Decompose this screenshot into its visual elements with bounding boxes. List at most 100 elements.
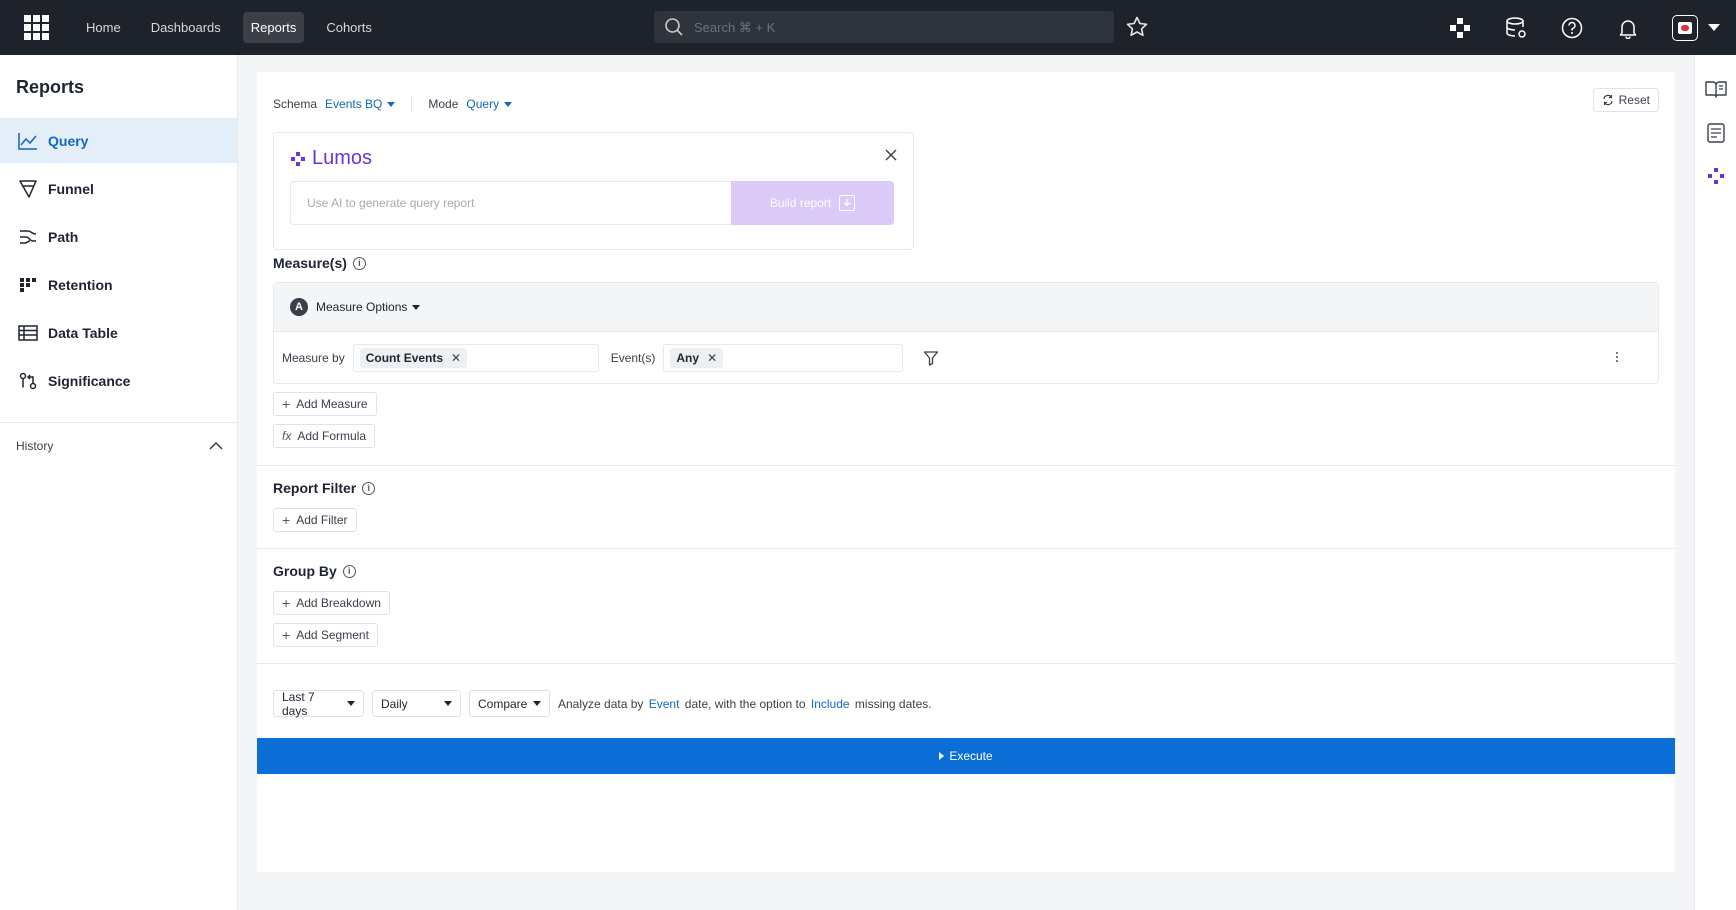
nav-cohorts[interactable]: Cohorts [318,12,380,43]
build-report-label: Build report [769,196,832,210]
add-filter-button[interactable]: + Add Filter [273,508,357,532]
global-search[interactable] [654,11,1114,43]
sidebar-item-label: Retention [48,276,113,293]
measures-title: Measure(s) [273,255,347,271]
sidebar-item-significance[interactable]: Significance [0,358,237,403]
info-icon[interactable]: i [342,564,356,578]
group-by-section-title: Group By i [273,563,356,579]
account-menu-chevron-down-icon[interactable] [1708,24,1720,31]
lumos-sparkle-icon[interactable] [1705,165,1727,187]
include-missing-link[interactable]: Include [811,697,850,711]
sidebar-item-label: Significance [48,372,131,389]
sidebar-title: Reports [16,77,85,97]
date-range-dropdown[interactable]: Last 7 days [273,689,364,718]
remove-chip-icon[interactable]: ✕ [451,351,461,365]
sidebar-item-label: Path [48,228,79,245]
report-filter-title: Report Filter [273,480,357,496]
notes-icon[interactable] [1705,122,1727,144]
chevron-up-icon[interactable] [209,442,223,450]
add-formula-button[interactable]: fx Add Formula [273,424,376,448]
date-range-value: Last 7 days [282,689,315,718]
info-icon[interactable]: i [362,481,376,495]
mode-label: Mode [428,97,459,111]
reset-button[interactable]: Reset [1592,88,1659,112]
event-date-link[interactable]: Event [649,697,680,711]
lumos-prompt-input[interactable] [290,181,731,225]
schema-dropdown[interactable]: Events BQ [325,97,396,111]
chevron-down-icon [412,305,421,311]
more-options-icon[interactable] [1616,352,1618,362]
build-report-button[interactable]: Build report [731,181,894,225]
help-icon[interactable] [1560,16,1584,40]
app-launcher-grid-icon[interactable] [18,10,54,46]
plus-icon: + [282,512,291,528]
add-breakdown-label: Add Breakdown [296,596,381,610]
info-icon[interactable]: i [352,256,366,270]
measure-row: Measure by Count Events ✕ Event(s) Any ✕ [274,332,1658,384]
events-field[interactable]: Any ✕ [663,344,904,372]
formula-fx-icon: fx [282,429,292,443]
download-icon [839,195,856,211]
line-chart-icon [18,131,38,151]
chevron-down-icon [444,701,452,706]
group-by-title: Group By [273,563,337,579]
nav-dashboards[interactable]: Dashboards [143,12,229,43]
execute-button[interactable]: Execute [257,738,1675,774]
lumos-ai-panel: Lumos Build report [273,132,914,250]
add-measure-button[interactable]: + Add Measure [273,392,377,416]
top-right-actions [1448,0,1736,55]
analyze-suffix: missing dates. [854,696,932,711]
chevron-down-icon [387,101,396,107]
sidebar-item-query[interactable]: Query [0,118,237,163]
compare-dropdown[interactable]: Compare [469,690,550,717]
add-segment-button[interactable]: + Add Segment [273,623,378,647]
sidebar-item-data-table[interactable]: Data Table [0,310,237,355]
reset-icon [1603,94,1613,106]
report-filter-section-title: Report Filter i [273,480,376,496]
close-icon[interactable] [885,149,897,161]
mode-dropdown[interactable]: Query [466,97,513,111]
book-open-icon[interactable] [1705,78,1727,100]
schema-label: Schema [273,97,318,111]
nav-home[interactable]: Home [78,12,129,43]
play-icon [939,752,945,760]
measure-options-dropdown[interactable]: Measure Options [316,300,421,314]
granularity-value: Daily [381,696,408,711]
event-chip-label: Any [676,351,700,365]
reset-label: Reset [1618,93,1650,107]
workspace: Reports Query Funnel Path Retention Data… [0,55,1736,910]
events-label: Event(s) [610,351,656,365]
search-input[interactable] [694,19,1074,35]
measure-by-field[interactable]: Count Events ✕ [352,344,599,372]
notifications-bell-icon[interactable] [1616,16,1640,40]
chevron-down-icon [533,701,541,706]
table-icon [18,323,38,343]
lumos-sparkle-icon [291,151,305,166]
add-filter-label: Add Filter [296,513,348,527]
path-icon [18,227,38,247]
measure-by-label: Measure by [282,351,345,365]
event-chip: Any ✕ [670,348,724,368]
database-settings-icon[interactable] [1504,16,1528,40]
sidebar-item-label: Funnel [48,180,94,197]
lumos-sparkle-icon[interactable] [1448,16,1472,40]
sidebar-item-path[interactable]: Path [0,214,237,259]
nav-reports[interactable]: Reports [242,12,305,43]
remove-chip-icon[interactable]: ✕ [707,351,717,365]
section-divider [257,548,1675,549]
sidebar-item-label: Data Table [48,324,118,341]
favorite-star-icon[interactable] [1125,15,1149,39]
add-formula-label: Add Formula [297,429,367,443]
add-breakdown-button[interactable]: + Add Breakdown [273,591,390,615]
user-avatar[interactable] [1672,14,1698,41]
history-section-header[interactable]: History [0,423,237,453]
filter-icon[interactable] [923,350,939,366]
lumos-header: Lumos [290,147,372,170]
measure-chip-label: Count Events [365,351,444,365]
granularity-dropdown[interactable]: Daily [372,690,461,717]
measure-header: A Measure Options [274,283,1658,332]
sidebar-item-retention[interactable]: Retention [0,262,237,307]
sidebar-item-funnel[interactable]: Funnel [0,166,237,211]
schema-value: Events BQ [325,97,383,111]
measure-options-label: Measure Options [316,300,408,314]
